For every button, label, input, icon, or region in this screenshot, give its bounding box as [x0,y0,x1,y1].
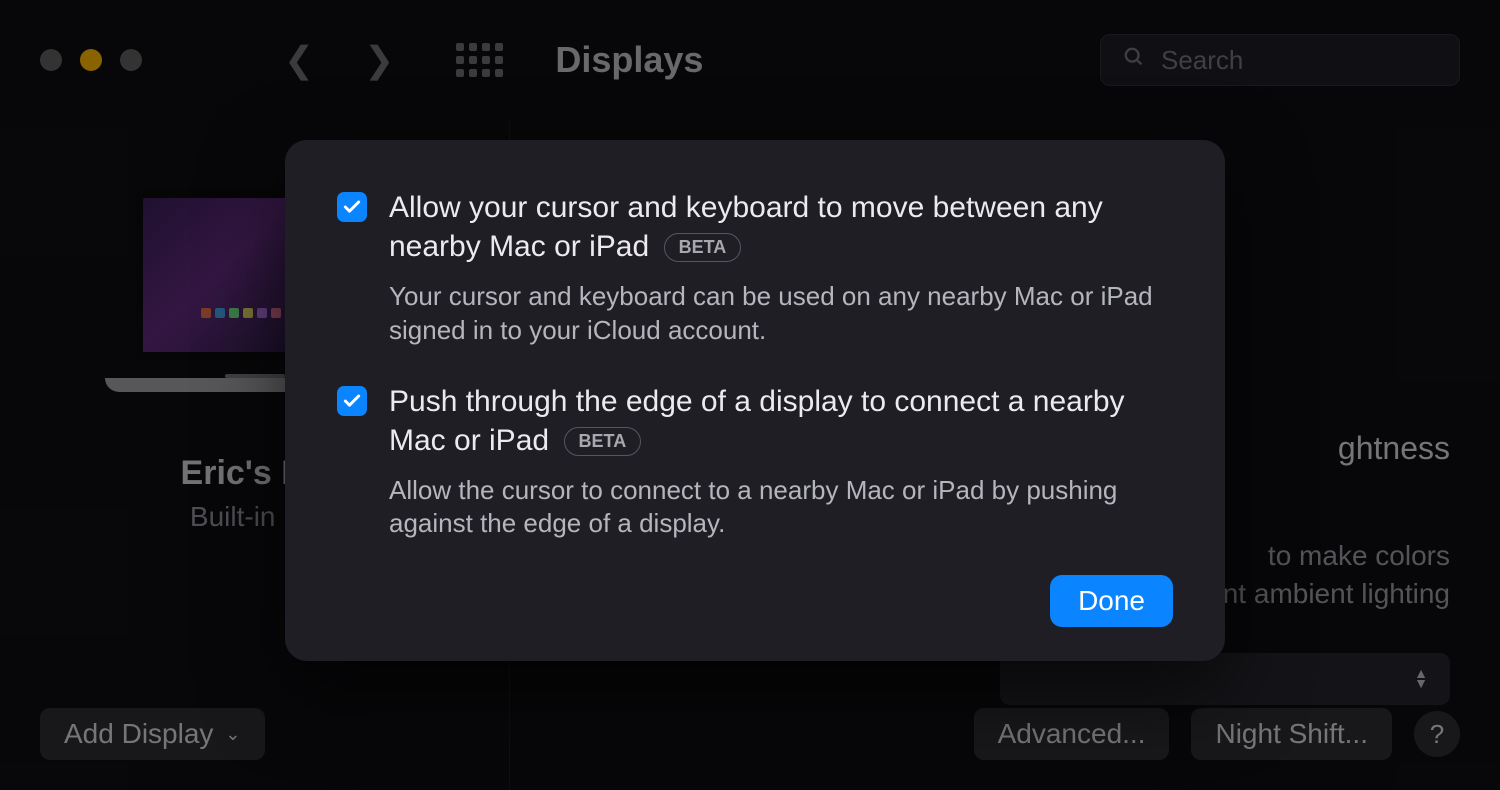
beta-badge: BETA [664,233,742,262]
done-button[interactable]: Done [1050,575,1173,627]
option-description: Your cursor and keyboard can be used on … [389,280,1173,348]
done-label: Done [1078,585,1145,616]
option-push-through-edge: Push through the edge of a display to co… [337,382,1173,542]
checkbox-push-through-edge[interactable] [337,386,367,416]
checkbox-allow-cursor-keyboard[interactable] [337,192,367,222]
option-description: Allow the cursor to connect to a nearby … [389,474,1173,542]
universal-control-sheet: Allow your cursor and keyboard to move b… [285,140,1225,661]
option-title: Push through the edge of a display to co… [389,385,1125,457]
option-title: Allow your cursor and keyboard to move b… [389,191,1103,263]
check-icon [342,391,362,411]
check-icon [342,197,362,217]
option-allow-cursor-keyboard: Allow your cursor and keyboard to move b… [337,188,1173,348]
beta-badge: BETA [564,427,642,456]
